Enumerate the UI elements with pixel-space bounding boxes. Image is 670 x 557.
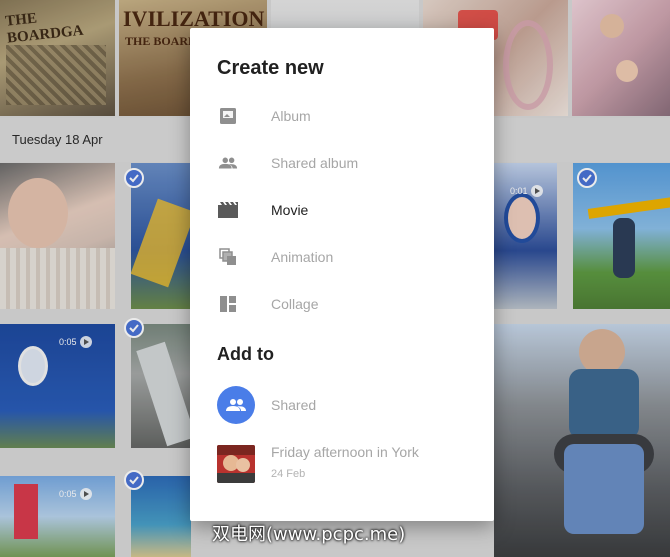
create-album-item[interactable]: Album [190, 94, 494, 138]
album-date: 24 Feb [271, 468, 306, 480]
people-icon [226, 399, 246, 411]
menu-item-label: Collage [271, 296, 319, 312]
menu-item-label: Animation [271, 249, 334, 265]
menu-item-label: Shared [271, 397, 317, 413]
animation-icon [218, 247, 238, 267]
movie-icon [218, 200, 238, 220]
collage-icon [218, 294, 238, 314]
watermark-text: 双电网(www.pcpc.me) [212, 524, 406, 545]
album-icon [218, 106, 238, 126]
shared-avatar [217, 386, 255, 424]
dialog-title: Create new [217, 57, 324, 79]
create-shared-album-item[interactable]: Shared album [190, 141, 494, 185]
album-title[interactable]: Friday afternoon in York [271, 444, 419, 460]
menu-item-label: Album [271, 108, 311, 124]
create-animation-item[interactable]: Animation [190, 235, 494, 279]
menu-item-label: Movie [271, 202, 309, 218]
people-icon [218, 153, 238, 173]
create-collage-item[interactable]: Collage [190, 282, 494, 326]
menu-item-label: Shared album [271, 155, 359, 171]
create-new-dialog: Create new Album Shared album Movie Anim… [190, 28, 494, 521]
add-to-section-title: Add to [217, 344, 274, 364]
album-thumbnail[interactable] [217, 445, 255, 483]
create-movie-item[interactable]: Movie [190, 188, 494, 232]
